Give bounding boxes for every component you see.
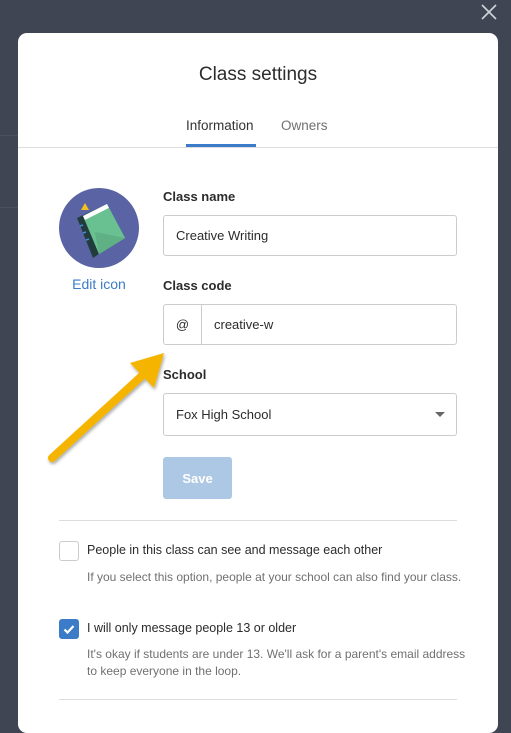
school-value: Fox High School [176, 407, 272, 422]
class-code-value: creative-w [214, 317, 274, 332]
age-13-description: It's okay if students are under 13. We'l… [87, 647, 466, 678]
message-each-other-label: People in this class can see and message… [87, 543, 383, 557]
class-name-value: Creative Writing [176, 228, 269, 243]
chevron-down-icon [435, 412, 445, 417]
section-divider [59, 520, 457, 521]
class-book-icon[interactable] [59, 188, 139, 268]
message-each-other-description: If you select this option, people at you… [87, 570, 462, 584]
tab-divider [18, 147, 498, 148]
school-label: School [163, 367, 207, 382]
save-button[interactable]: Save [163, 457, 232, 499]
edit-icon-link[interactable]: Edit icon [60, 276, 138, 292]
section-divider [59, 699, 457, 700]
tab-information[interactable]: Information [186, 118, 254, 133]
message-each-other-checkbox[interactable] [59, 541, 79, 561]
class-code-input[interactable]: @ creative-w [163, 304, 457, 345]
background-divider [0, 207, 18, 208]
age-13-label: I will only message people 13 or older [87, 621, 297, 635]
class-code-label: Class code [163, 278, 232, 293]
dialog-title: Class settings [198, 64, 318, 85]
class-settings-dialog: Class settings Information Owners Edit i… [18, 33, 498, 733]
class-name-input[interactable]: Creative Writing [163, 215, 457, 256]
close-icon[interactable] [480, 3, 498, 21]
age-13-checkbox[interactable] [59, 619, 79, 639]
tab-owners[interactable]: Owners [281, 118, 328, 133]
at-prefix: @ [164, 305, 202, 344]
school-select[interactable]: Fox High School [163, 393, 457, 436]
class-name-label: Class name [163, 189, 236, 204]
checkmark-icon [63, 625, 75, 635]
background-divider [0, 135, 18, 136]
